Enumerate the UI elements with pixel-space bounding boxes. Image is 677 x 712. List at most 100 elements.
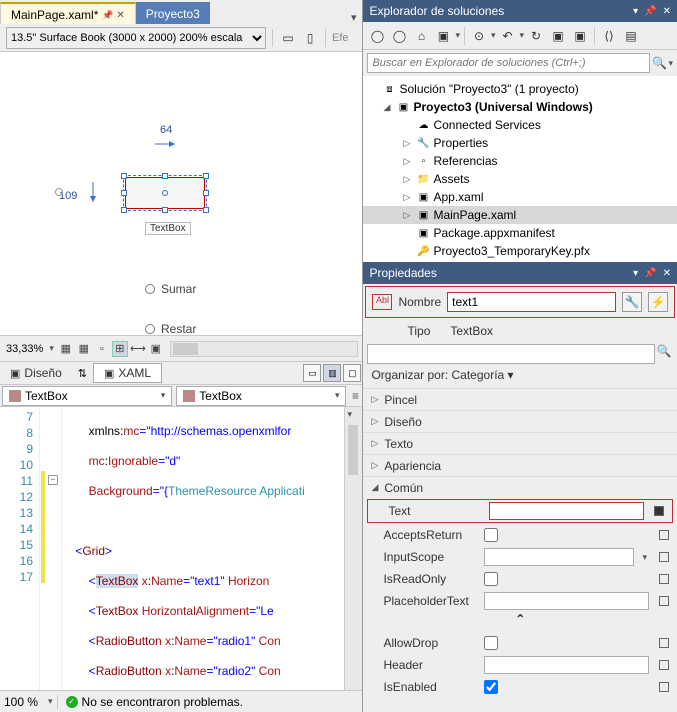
nav-dropdown-icon[interactable]: ▾ — [347, 409, 352, 420]
tree-manifest[interactable]: ▣Package.appxmanifest — [363, 224, 677, 242]
tab-mainpage[interactable]: MainPage.xaml* 📌 ✕ — [0, 2, 136, 24]
code-editor[interactable]: 7891011121314151617 − xmlns:mc="http://s… — [0, 407, 362, 690]
tab-overflow-dropdown[interactable]: ▾ — [345, 11, 363, 24]
prop-marker-icon[interactable] — [659, 682, 669, 692]
center-handle[interactable] — [162, 190, 168, 196]
v-scrollbar[interactable]: ▾ — [344, 407, 362, 690]
split-tab-design[interactable]: ▣ Diseño — [0, 364, 72, 382]
refresh-icon[interactable]: ↻ — [526, 26, 546, 46]
cat-pincel[interactable]: ▷Pincel — [363, 388, 677, 410]
orientation-portrait-icon[interactable]: ▭ — [279, 29, 297, 47]
grid-icon[interactable]: ▦ — [58, 341, 74, 357]
expand-more-icon[interactable]: ⌃ — [363, 612, 677, 632]
tree-references[interactable]: ▷▫Referencias — [363, 152, 677, 170]
snap-icon[interactable]: ▦ — [76, 341, 92, 357]
copy-icon[interactable]: ▣ — [570, 26, 590, 46]
zoom-fit-icon[interactable]: ▣ — [148, 341, 164, 357]
back-icon[interactable]: ◯ — [367, 26, 387, 46]
props-icon[interactable]: ⟨⟩ — [599, 26, 619, 46]
panel-pin-icon[interactable]: 📌 — [644, 6, 656, 17]
solution-search-input[interactable] — [367, 53, 650, 73]
prop-header-input[interactable] — [484, 656, 649, 674]
fold-toggle-icon[interactable]: − — [48, 475, 58, 485]
design-radio-sumar[interactable]: Sumar — [145, 282, 196, 296]
panel-close-icon[interactable]: ✕ — [663, 6, 671, 17]
prop-inputscope-input[interactable] — [484, 548, 634, 566]
solution-tree[interactable]: ⧈Solución "Proyecto3" (1 proyecto) ◢▣Pro… — [363, 76, 677, 262]
properties-search-input[interactable] — [367, 344, 655, 364]
split-horizontal-icon[interactable]: ▭ — [303, 364, 321, 382]
code-split-icon[interactable]: ≡ — [348, 389, 362, 403]
orientation-landscape-icon[interactable]: ▯ — [301, 29, 319, 47]
design-radio-restar[interactable]: Restar — [145, 322, 196, 335]
prop-text-input[interactable] — [489, 502, 644, 520]
zoom-status[interactable]: 100 % — [0, 695, 48, 709]
prop-marker-icon[interactable] — [659, 660, 669, 670]
prop-isreadonly-checkbox[interactable] — [484, 572, 498, 586]
ruler-h-value: 64 — [160, 124, 172, 136]
preview-icon[interactable]: ▤ — [621, 26, 641, 46]
organize-by[interactable]: Organizar por: Categoría ▾ — [363, 366, 677, 388]
prop-header: Header — [363, 654, 677, 676]
tree-properties[interactable]: ▷🔧Properties — [363, 134, 677, 152]
type-row: Tipo TextBox — [363, 320, 677, 342]
search-icon[interactable]: 🔍 — [650, 56, 668, 70]
code-lines[interactable]: xmlns:mc="http://schemas.openxmlfor mc:I… — [62, 407, 344, 690]
prop-allowdrop-checkbox[interactable] — [484, 636, 498, 650]
prop-placeholder-input[interactable] — [484, 592, 649, 610]
h-scrollbar[interactable] — [170, 341, 359, 357]
snap2-icon[interactable]: ▫ — [94, 341, 110, 357]
ruler-h-arrow — [155, 140, 175, 148]
tree-mainpage-xaml[interactable]: ▷▣MainPage.xaml — [363, 206, 677, 224]
events-icon[interactable]: ⚡ — [648, 292, 668, 312]
collapse-icon[interactable]: ↶ — [498, 26, 518, 46]
prop-marker-icon[interactable] — [659, 530, 669, 540]
design-surface[interactable]: 64 109 TextBox Sumar Restar Button TextB… — [0, 52, 362, 335]
member-dropdown[interactable]: TextBox▾ — [176, 386, 346, 406]
panel-close-icon[interactable]: ✕ — [663, 268, 671, 279]
prop-marker-icon[interactable] — [659, 638, 669, 648]
zoom-dropdown-icon[interactable]: ▾ — [47, 343, 56, 354]
prop-acceptsreturn-checkbox[interactable] — [484, 528, 498, 542]
name-input[interactable] — [447, 292, 616, 312]
close-icon[interactable]: ✕ — [116, 10, 124, 21]
prop-marker-icon[interactable] — [659, 596, 669, 606]
project-node[interactable]: ◢▣Proyecto3 (Universal Windows) — [363, 98, 677, 116]
sync-icon[interactable]: ▣ — [433, 26, 453, 46]
prop-marker-icon[interactable] — [654, 506, 664, 516]
split-vertical-icon[interactable]: ▥ — [323, 364, 341, 382]
cat-diseno[interactable]: ▷Diseño — [363, 410, 677, 432]
wrench-icon[interactable]: 🔧 — [622, 292, 642, 312]
show-all-icon[interactable]: ▣ — [548, 26, 568, 46]
type-dropdown[interactable]: TextBox▾ — [2, 386, 172, 406]
tree-key[interactable]: 🔑Proyecto3_TemporaryKey.pfx — [363, 242, 677, 260]
forward-icon[interactable]: ◯ — [389, 26, 409, 46]
ruler-icon[interactable]: ⟷ — [130, 341, 146, 357]
prop-marker-icon[interactable] — [659, 552, 669, 562]
device-select[interactable]: 13.5" Surface Book (3000 x 2000) 200% es… — [6, 27, 266, 49]
cat-apariencia[interactable]: ▷Apariencia — [363, 454, 677, 476]
swap-panes-icon[interactable]: ⇅ — [72, 367, 93, 380]
search-icon[interactable]: 🔍 — [655, 344, 673, 364]
cat-texto[interactable]: ▷Texto — [363, 432, 677, 454]
tree-app-xaml[interactable]: ▷▣App.xaml — [363, 188, 677, 206]
properties-panel: Abl Nombre 🔧 ⚡ Tipo TextBox 🔍 Organizar … — [363, 284, 677, 712]
tree-connected-services[interactable]: ☁Connected Services — [363, 116, 677, 134]
split-tab-xaml[interactable]: ▣ XAML — [93, 363, 162, 383]
prop-isenabled-checkbox[interactable] — [484, 680, 498, 694]
prop-marker-icon[interactable] — [659, 574, 669, 584]
pin-icon[interactable]: 📌 — [102, 10, 112, 20]
home-icon[interactable]: ⌂ — [411, 26, 431, 46]
cat-comun[interactable]: ◢Común — [363, 476, 677, 498]
panel-pin-icon[interactable]: 📌 — [644, 268, 656, 279]
snap-lines-icon[interactable]: ⊞ — [112, 341, 128, 357]
anchor-handle[interactable] — [55, 188, 63, 196]
scope-icon[interactable]: ⊙ — [469, 26, 489, 46]
tab-proyecto3[interactable]: Proyecto3 — [136, 2, 210, 24]
solution-node[interactable]: ⧈Solución "Proyecto3" (1 proyecto) — [363, 80, 677, 98]
panel-menu-icon[interactable]: ▾ — [633, 268, 638, 279]
panel-menu-icon[interactable]: ▾ — [633, 6, 638, 17]
expand-pane-icon[interactable]: ▢ — [343, 364, 361, 382]
tree-assets[interactable]: ▷📁Assets — [363, 170, 677, 188]
zoom-value[interactable]: 33,33% — [4, 343, 45, 355]
